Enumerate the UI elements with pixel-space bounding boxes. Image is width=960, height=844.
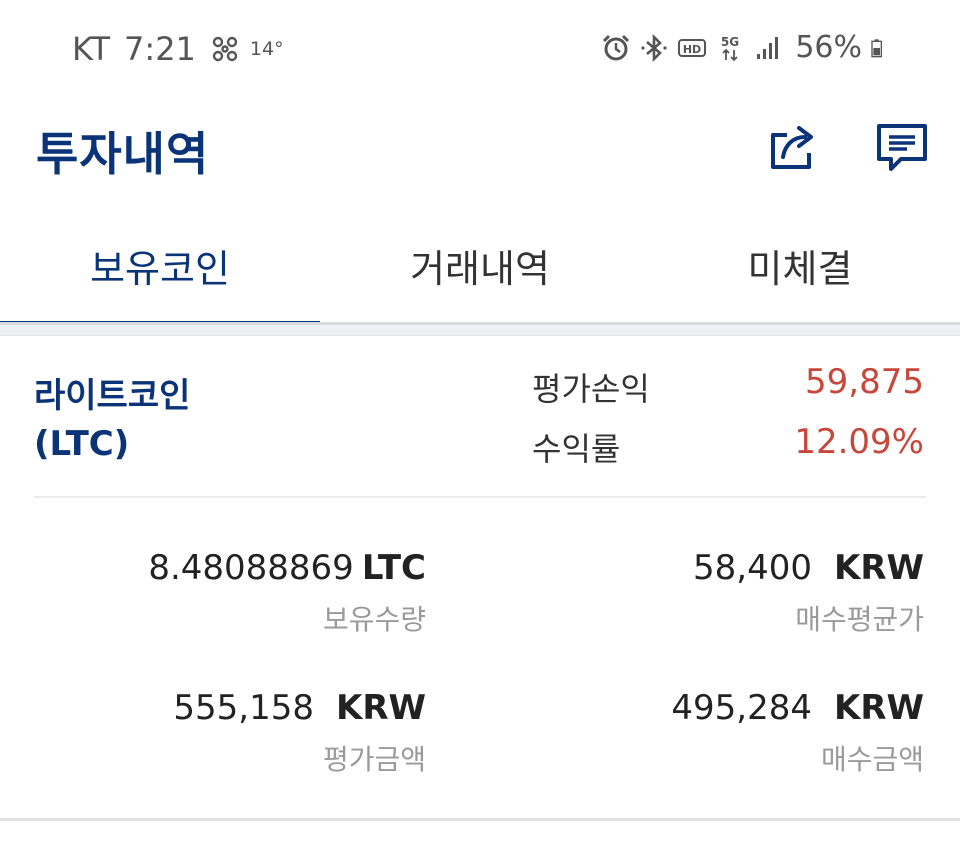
app-bar: 투자내역 [0,100,960,210]
buy-amount-label: 매수금액 [820,743,924,776]
status-bar-left: KT 7:21 14° [72,30,284,68]
card-divider [34,496,926,498]
quantity-label: 보유수량 [322,603,426,636]
list-divider [0,818,960,821]
profit-label: 평가손익 [532,370,650,408]
coin-symbol: (LTC) [34,424,130,464]
quantity-value-line: 8.48088869 LTC [148,548,426,588]
carrier-label: KT [72,30,111,68]
quantity-stat: 8.48088869 LTC 보유수량 [148,548,426,638]
5g-icon: 5G [721,35,739,61]
buy-amount-value-line: 495,284 KRW [671,688,924,728]
tab-holdings[interactable]: 보유코인 [0,215,320,325]
buy-amount-stat: 495,284 KRW 매수금액 [671,688,924,778]
svg-text:5G: 5G [721,35,739,49]
eval-amount-label: 평가금액 [322,743,426,776]
buy-amount-value: 495,284 [671,688,812,728]
share-icon [771,126,813,169]
eval-amount-unit: KRW [335,688,426,728]
quantity-value: 8.48088869 [148,548,354,588]
avg-price-value-line: 58,400 KRW [693,548,924,588]
return-value: 12.09% [794,422,924,462]
tabs-divider [0,322,960,336]
eval-amount-value-line: 555,158 KRW [173,688,426,728]
return-label: 수익률 [532,430,621,468]
avg-price-label: 매수평균가 [795,603,924,636]
hd-icon: HD [678,38,707,57]
signal-icon [757,36,779,59]
avg-price-stat: 58,400 KRW 매수평균가 [693,548,924,638]
battery-percent: 56% [795,30,862,65]
avg-price-value: 58,400 [693,548,812,588]
coin-name-korean: 라이트코인 [34,376,191,416]
profit-value: 59,875 [805,362,924,402]
clock: 7:21 [124,30,196,68]
coin-name: 라이트코인 (LTC) [34,372,190,468]
tab-trade-history[interactable]: 거래내역 [320,215,640,325]
tab-bar: 보유코인 거래내역 미체결 [0,215,960,325]
tab-unfilled[interactable]: 미체결 [640,215,960,325]
share-button[interactable] [764,120,820,176]
alarm-icon [603,34,630,60]
fan-icon [212,36,238,62]
status-bar-right: HD 5G 56% [601,30,890,65]
avg-price-unit: KRW [833,548,924,588]
eval-amount-value: 555,158 [173,688,314,728]
page-title: 투자내역 [36,127,210,181]
status-bar: KT 7:21 14° HD 5G 56% [0,0,960,100]
buy-amount-unit: KRW [833,688,924,728]
quantity-unit: LTC [361,548,426,588]
temperature-label: 14° [249,38,284,60]
svg-text:HD: HD [683,43,701,56]
chat-button[interactable] [874,120,930,176]
chat-icon [877,124,927,171]
bluetooth-icon [641,33,667,62]
battery-icon [871,38,882,57]
eval-amount-stat: 555,158 KRW 평가금액 [173,688,426,778]
